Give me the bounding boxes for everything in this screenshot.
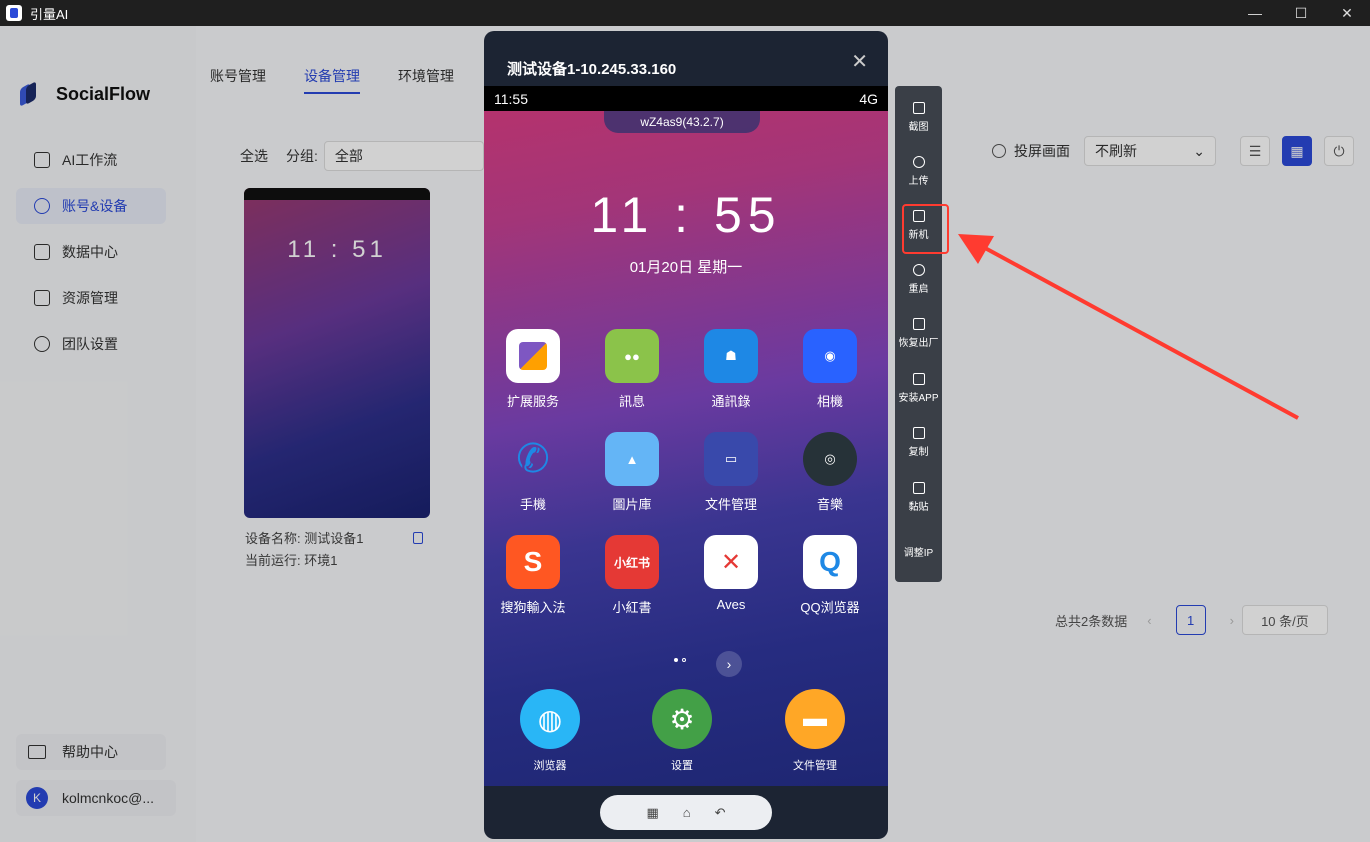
upload-button[interactable]: 上传 (895, 156, 942, 187)
app-messages[interactable]: ●● 訊息 (592, 329, 672, 410)
install-icon (912, 373, 925, 385)
chat-icon: ●● (605, 329, 659, 383)
paste-button[interactable]: 黏贴 (895, 482, 942, 513)
annotation-arrow (958, 234, 1299, 420)
app-label: 相機 (816, 394, 843, 409)
gear-icon: ⚙ (652, 689, 712, 749)
contacts-icon: ☗ (704, 329, 758, 383)
app-label: 音樂 (816, 497, 843, 512)
app-label: 设置 (671, 760, 693, 772)
app-camera[interactable]: ◉ 相機 (790, 329, 870, 410)
app-qq-browser[interactable]: Q QQ浏览器 (790, 535, 870, 616)
dock-file-manager[interactable]: ▬ 文件管理 (775, 689, 855, 773)
app-label: Aves (716, 597, 746, 612)
tool-label: 恢复出厂 (898, 338, 939, 349)
app-label: 文件管理 (793, 760, 837, 772)
close-icon[interactable]: ✕ (851, 49, 868, 74)
app-extension-service[interactable]: 扩展服务 (493, 329, 573, 410)
tool-label: 上传 (908, 176, 929, 187)
globe-icon: ◍ (520, 689, 580, 749)
app-sogou-input[interactable]: S 搜狗輸入法 (493, 535, 573, 616)
copy-button[interactable]: 复制 (895, 427, 942, 458)
recent-apps-icon[interactable]: ▦ (646, 805, 658, 821)
app-phone[interactable]: ✆ 手機 (493, 432, 573, 513)
dock-settings[interactable]: ⚙ 设置 (642, 689, 722, 773)
tool-label: 安装APP (898, 393, 939, 404)
phone-nav-bar: ▦ ⌂ ↶ (600, 795, 772, 830)
app-label: 浏览器 (533, 760, 567, 772)
app-label: 訊息 (618, 394, 645, 409)
tool-label: 重启 (908, 284, 929, 295)
app-label: 扩展服务 (506, 394, 559, 409)
status-time: 11:55 (494, 90, 528, 107)
notch-label: wZ4as9(43.2.7) (604, 111, 760, 133)
screenshot-button[interactable]: 截图 (895, 102, 942, 133)
highlight-box (902, 204, 949, 254)
xiaohongshu-icon: 小红书 (605, 535, 659, 589)
folder-icon: ▬ (785, 689, 845, 749)
app-icon (506, 329, 560, 383)
app-gallery[interactable]: ▲ 圖片庫 (592, 432, 672, 513)
home-icon[interactable]: ⌂ (683, 805, 691, 820)
phone-icon: ✆ (516, 437, 550, 481)
screenshot-icon (912, 102, 925, 114)
app-music[interactable]: ◎ 音樂 (790, 432, 870, 513)
window-titlebar: 引量AI — ☐ ✕ (0, 0, 1370, 26)
paste-icon (912, 482, 925, 494)
factory-reset-button[interactable]: 恢复出厂 (895, 318, 942, 349)
app-label: 手機 (519, 497, 546, 512)
cloud-upload-icon (912, 156, 925, 168)
app-label: QQ浏览器 (800, 600, 860, 615)
copy-icon (912, 427, 925, 439)
tool-label: 调整IP (903, 548, 934, 559)
power-icon (912, 264, 925, 276)
network-indicator: 4G (859, 90, 878, 107)
dock-browser[interactable]: ◍ 浏览器 (510, 689, 590, 773)
modal-title: 测试设备1-10.245.33.160 (507, 61, 677, 78)
tool-label: 截图 (908, 122, 929, 133)
app-label: 文件管理 (704, 497, 757, 512)
gallery-icon: ▲ (605, 432, 659, 486)
window-title: 引量AI (30, 6, 69, 22)
app-label: 通訊錄 (711, 394, 751, 409)
app-label: 小紅書 (612, 600, 652, 615)
phone-statusbar: 11:55 4G (484, 86, 888, 111)
close-window-icon[interactable]: ✕ (1324, 0, 1370, 26)
tool-label: 黏贴 (908, 502, 929, 513)
qq-browser-icon: Q (803, 535, 857, 589)
drive-icon: ▭ (704, 432, 758, 486)
app-label: 搜狗輸入法 (500, 600, 566, 615)
device-toolbar: 截图 上传 新机 重启 恢复出厂 安装APP 复制 黏贴 调整IP (895, 86, 942, 582)
speaker-icon: ◎ (803, 432, 857, 486)
page-indicator (674, 658, 690, 662)
back-icon[interactable]: ↶ (715, 805, 726, 821)
maximize-icon[interactable]: ☐ (1278, 0, 1324, 26)
lock-clock: 11 : 55 (590, 187, 782, 243)
sogou-icon: S (506, 535, 560, 589)
reset-icon (912, 318, 925, 330)
app-logo-icon (6, 5, 22, 21)
chevron-right-icon[interactable]: › (716, 651, 742, 677)
app-contacts[interactable]: ☗ 通訊錄 (691, 329, 771, 410)
app-file-manager[interactable]: ▭ 文件管理 (691, 432, 771, 513)
app-aves[interactable]: ✕ Aves (691, 535, 771, 612)
tool-label: 复制 (908, 447, 929, 458)
phone-screen[interactable]: 11:55 4G wZ4as9(43.2.7) 11 : 55 01月20日 星… (484, 86, 888, 786)
minimize-icon[interactable]: — (1232, 0, 1278, 26)
device-screen-modal: 测试设备1-10.245.33.160 ✕ 11:55 4G wZ4as9(43… (484, 31, 888, 839)
adjust-ip-button[interactable]: 调整IP (895, 544, 942, 559)
arrow-line (973, 240, 1299, 420)
app-label: 圖片庫 (612, 497, 652, 512)
aves-icon: ✕ (704, 535, 758, 589)
lock-date: 01月20日 星期一 (629, 259, 743, 276)
camera-icon: ◉ (803, 329, 857, 383)
reboot-button[interactable]: 重启 (895, 264, 942, 295)
install-app-button[interactable]: 安装APP (895, 373, 942, 404)
app-xiaohongshu[interactable]: 小红书 小紅書 (592, 535, 672, 616)
